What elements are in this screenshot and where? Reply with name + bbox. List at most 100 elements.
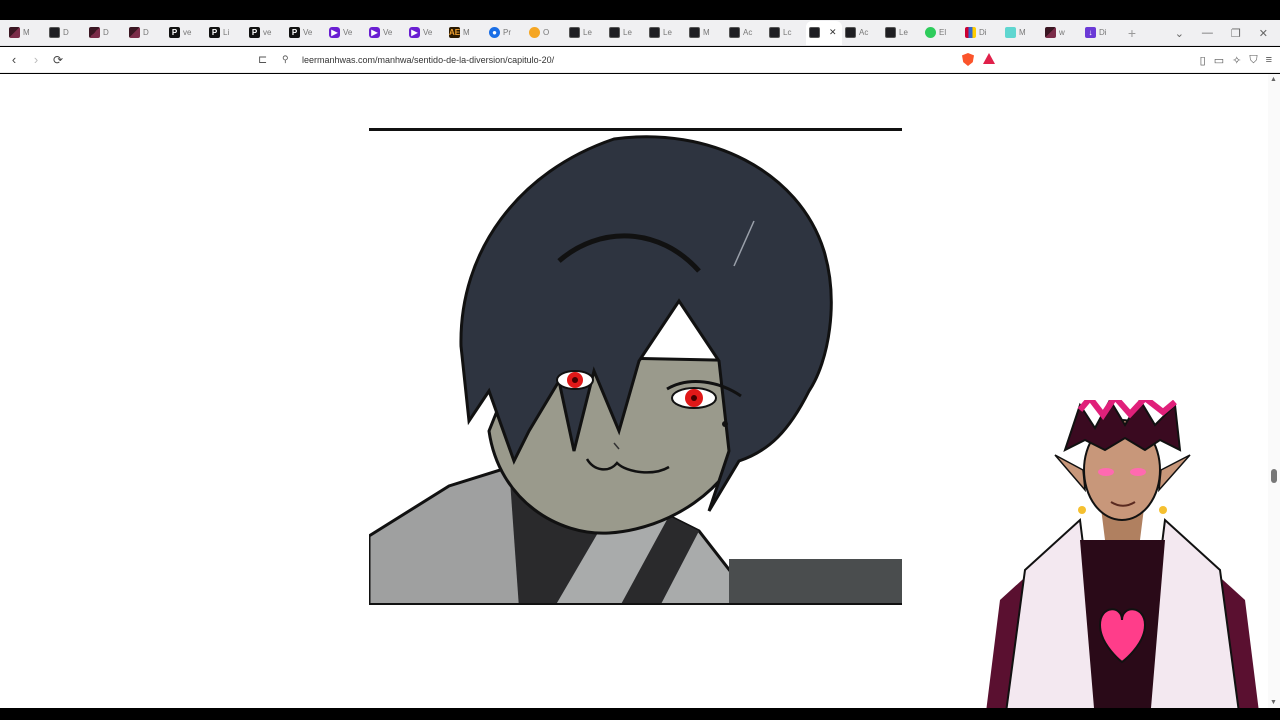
manhwa-character-panel	[369, 128, 902, 605]
orange-favicon-icon	[529, 27, 540, 38]
manga-dark-favicon-icon	[1045, 27, 1056, 38]
new-tab-button[interactable]: +	[1122, 25, 1142, 41]
tab-label: M	[463, 28, 470, 37]
tab-label: El	[939, 28, 947, 37]
browser-tab[interactable]: M	[686, 21, 726, 45]
menu-icon[interactable]: ≡	[1266, 54, 1272, 66]
address-bar[interactable]: ⊏ ⚲ leermanhwas.com/manhwa/sentido-de-la…	[258, 48, 998, 72]
tab-label: M	[1019, 28, 1026, 37]
p-favicon-icon: P	[209, 27, 220, 38]
toolbar-right-tools: ▯ ▭ ✧ ⛉ ≡	[1200, 47, 1272, 73]
manga-favicon-icon	[809, 27, 820, 38]
browser-tab[interactable]: ▶ Ve	[406, 21, 446, 45]
close-tab-icon[interactable]: ✕	[829, 27, 837, 38]
leo-ai-icon[interactable]: ✧	[1232, 54, 1241, 67]
tab-label: D	[63, 28, 69, 37]
browser-tab[interactable]: Lc	[766, 21, 806, 45]
screen-top-border	[0, 0, 1280, 20]
url-text[interactable]: leermanhwas.com/manhwa/sentido-de-la-div…	[302, 55, 554, 65]
tab-label: Di	[1099, 28, 1107, 37]
tab-label: Lc	[783, 28, 792, 37]
tab-strip: M D D D Pve P Li Pve P Ve ▶ Ve ▶ Ve ▶ Ve AE M ● Pr O Le Le Le M A…	[0, 20, 1280, 46]
browser-tab[interactable]: D	[86, 21, 126, 45]
manhwa-illustration	[369, 135, 902, 603]
manga-dark-favicon-icon	[129, 27, 140, 38]
p-favicon-icon: P	[249, 27, 260, 38]
browser-tab[interactable]: Ac	[726, 21, 766, 45]
browser-tab[interactable]: O	[526, 21, 566, 45]
tab-label: M	[703, 28, 710, 37]
tab-label: ve	[263, 28, 272, 37]
browser-tab[interactable]: El	[922, 21, 962, 45]
browser-tab[interactable]: D	[126, 21, 166, 45]
browser-tab[interactable]: Pve	[246, 21, 286, 45]
tab-search-dropdown[interactable]: ⌄	[1175, 27, 1184, 40]
forward-icon[interactable]: ›	[26, 52, 46, 67]
site-info-icon[interactable]: ⚲	[282, 54, 296, 65]
purple-play-favicon-icon: ▶	[409, 27, 420, 38]
tab-label: Le	[623, 28, 632, 37]
tab-label: D	[143, 28, 149, 37]
multicolor-favicon-icon	[965, 27, 976, 38]
scrollbar-thumb[interactable]	[1271, 469, 1277, 483]
browser-tab[interactable]: M	[1002, 21, 1042, 45]
browser-tab[interactable]: ● Pr	[486, 21, 526, 45]
tab-label: Pr	[503, 28, 511, 37]
tab-label: Le	[663, 28, 672, 37]
browser-tab[interactable]: Le	[646, 21, 686, 45]
tab-label: Ac	[743, 28, 753, 37]
browser-tab[interactable]: Pve	[166, 21, 206, 45]
tab-label: Le	[583, 28, 592, 37]
p-favicon-icon: P	[169, 27, 180, 38]
browser-tab[interactable]: Ac	[842, 21, 882, 45]
scroll-down-icon[interactable]: ▼	[1270, 699, 1277, 706]
sidebar-toggle-icon[interactable]: ▯	[1200, 54, 1206, 67]
tab-label: ve	[183, 28, 192, 37]
browser-tab[interactable]: M	[6, 21, 46, 45]
blue-circle-favicon-icon: ●	[489, 27, 500, 38]
browser-tab[interactable]: Le	[882, 21, 922, 45]
page-scrollbar[interactable]: ▲ ▼	[1268, 74, 1280, 708]
reload-icon[interactable]: ⟳	[48, 53, 68, 67]
p-favicon-icon: P	[289, 27, 300, 38]
wallet-icon[interactable]: ▭	[1214, 54, 1224, 67]
browser-tab[interactable]: w	[1042, 21, 1082, 45]
minimize-button[interactable]: —	[1202, 27, 1213, 39]
brave-rewards-icon[interactable]	[983, 53, 995, 64]
screen-bottom-border	[0, 708, 1280, 720]
purple-play-favicon-icon: ▶	[329, 27, 340, 38]
browser-tab[interactable]: Di	[962, 21, 1002, 45]
browser-toolbar: ‹ › ⟳ ⊏ ⚲ leermanhwas.com/manhwa/sentido…	[0, 47, 1280, 73]
browser-tab[interactable]: AE M	[446, 21, 486, 45]
manga-favicon-icon	[729, 27, 740, 38]
purple-play-favicon-icon: ▶	[369, 27, 380, 38]
browser-tab[interactable]: Le	[606, 21, 646, 45]
download-favicon-icon: ↓	[1085, 27, 1096, 38]
browser-tab[interactable]: Le	[566, 21, 606, 45]
tab-label: Li	[223, 28, 230, 37]
tab-label: O	[543, 28, 550, 37]
tab-label: Ve	[383, 28, 393, 37]
back-icon[interactable]: ‹	[4, 52, 24, 67]
close-window-button[interactable]: ✕	[1259, 27, 1268, 40]
browser-tab[interactable]: ▶ Ve	[326, 21, 366, 45]
browser-tab[interactable]: ↓ Di	[1082, 21, 1122, 45]
manga-favicon-icon	[49, 27, 60, 38]
green-favicon-icon	[925, 27, 936, 38]
tab-active[interactable]: ✕	[806, 20, 842, 45]
tab-label: Le	[899, 28, 908, 37]
streamer-avatar-overlay	[985, 400, 1260, 720]
browser-tab[interactable]: P Ve	[286, 21, 326, 45]
ae-favicon-icon: AE	[448, 27, 461, 38]
tab-label: Ve	[303, 28, 313, 37]
browser-tab[interactable]: P Li	[206, 21, 246, 45]
vpn-icon[interactable]: ⛉	[1249, 54, 1257, 67]
manga-favicon-icon	[609, 27, 620, 38]
bookmark-icon[interactable]: ⊏	[258, 53, 272, 66]
manga-favicon-icon	[845, 27, 856, 38]
browser-tab[interactable]: ▶ Ve	[366, 21, 406, 45]
tab-label: w	[1059, 28, 1065, 37]
scroll-up-icon[interactable]: ▲	[1270, 76, 1277, 83]
restore-button[interactable]: ❐	[1231, 27, 1241, 40]
browser-tab[interactable]: D	[46, 21, 86, 45]
